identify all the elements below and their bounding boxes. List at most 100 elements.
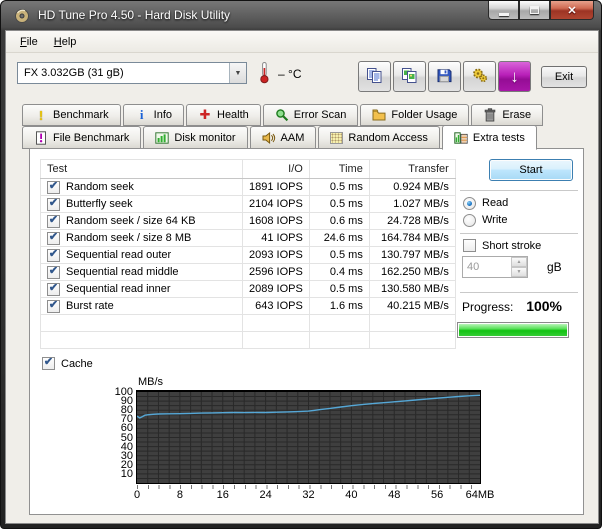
test-checkbox[interactable]: ✔ xyxy=(47,232,60,245)
menu-file[interactable]: File xyxy=(12,33,46,51)
time-value: 0.5 ms xyxy=(309,179,369,196)
extra-tests-panel: Test I/O Time Transfer ✔Random seek1891 … xyxy=(29,148,584,515)
progress-bar xyxy=(457,322,569,338)
x-tick-label: 64MB xyxy=(466,489,495,501)
copy-text-button[interactable] xyxy=(358,61,391,92)
close-icon: ✕ xyxy=(567,4,576,17)
error-scan-magnifier-icon xyxy=(275,108,289,122)
test-checkbox[interactable]: ✔ xyxy=(47,198,60,211)
window-controls: ✕ xyxy=(488,1,594,20)
tab-random-access[interactable]: Random Access xyxy=(318,126,439,149)
client-area: File Help FX 3.032GB (31 gB) ▼ – °C ↓ Ex… xyxy=(5,30,599,524)
tab-benchmark[interactable]: ! Benchmark xyxy=(22,104,121,126)
table-header-row: Test I/O Time Transfer xyxy=(41,160,456,179)
test-checkbox[interactable]: ✔ xyxy=(47,266,60,279)
title-bar[interactable]: HD Tune Pro 4.50 - Hard Disk Utility ✕ xyxy=(1,1,601,30)
save-button[interactable] xyxy=(428,61,461,92)
table-row: ✔Random seek / size 64 KB1608 IOPS0.6 ms… xyxy=(41,213,456,230)
read-option[interactable]: Read xyxy=(463,196,508,210)
trash-icon xyxy=(483,108,497,122)
cache-option: ✔ Cache xyxy=(42,357,93,370)
transfer-value: 0.924 MB/s xyxy=(369,179,455,196)
test-checkbox[interactable]: ✔ xyxy=(47,181,60,194)
x-tick-label: 56 xyxy=(431,489,443,501)
time-value: 24.6 ms xyxy=(309,230,369,247)
disk-monitor-chart-icon xyxy=(155,131,169,145)
io-value: 41 IOPS xyxy=(243,230,310,247)
spin-up-icon[interactable]: ▲ xyxy=(511,257,527,267)
spin-down-icon[interactable]: ▼ xyxy=(511,267,527,277)
y-tick-label: 100 xyxy=(92,386,133,398)
chevron-down-icon[interactable]: ▼ xyxy=(229,63,246,83)
start-button[interactable]: Start xyxy=(489,159,573,181)
maximize-button[interactable] xyxy=(519,1,550,20)
write-option[interactable]: Write xyxy=(463,213,507,227)
io-value: 2093 IOPS xyxy=(243,247,310,264)
temperature-value: – °C xyxy=(278,67,302,81)
test-name: Burst rate xyxy=(66,300,114,312)
empty-row xyxy=(41,332,456,349)
info-icon: i xyxy=(135,108,149,122)
random-access-icon xyxy=(330,132,343,144)
menu-help[interactable]: Help xyxy=(46,33,85,51)
time-value: 0.5 ms xyxy=(309,196,369,213)
tab-health[interactable]: ✚ Health xyxy=(186,104,261,126)
io-value: 2104 IOPS xyxy=(243,196,310,213)
test-checkbox[interactable]: ✔ xyxy=(47,215,60,228)
io-value: 2089 IOPS xyxy=(243,281,310,298)
drive-select[interactable]: FX 3.032GB (31 gB) ▼ xyxy=(17,62,247,84)
separator xyxy=(460,233,578,235)
cache-label: Cache xyxy=(61,358,93,370)
x-tick-label: 0 xyxy=(134,489,140,501)
transfer-value: 1.027 MB/s xyxy=(369,196,455,213)
transfer-value: 40.215 MB/s xyxy=(369,298,455,315)
cache-checkbox[interactable]: ✔ xyxy=(42,357,55,370)
health-cross-icon: ✚ xyxy=(198,108,212,122)
exit-button[interactable]: Exit xyxy=(541,66,587,88)
capacity-input[interactable] xyxy=(463,257,511,277)
transfer-value: 130.797 MB/s xyxy=(369,247,455,264)
table-row: ✔Random seek1891 IOPS0.5 ms0.924 MB/s xyxy=(41,179,456,196)
tab-folder-usage[interactable]: Folder Usage xyxy=(360,104,469,126)
table-row: ✔Butterfly seek2104 IOPS0.5 ms1.027 MB/s xyxy=(41,196,456,213)
progress-bar-fill xyxy=(459,324,567,336)
test-name: Random seek / size 8 MB xyxy=(66,232,191,244)
x-tick-label: 40 xyxy=(345,489,357,501)
tab-file-benchmark[interactable]: File Benchmark xyxy=(22,126,141,149)
tab-strip-row2: File Benchmark Disk monitor AAM Random A… xyxy=(22,126,537,149)
copy-image-button[interactable] xyxy=(393,61,426,92)
column-header-test: Test xyxy=(41,160,243,179)
maximize-icon xyxy=(530,6,539,14)
x-tick-label: 16 xyxy=(217,489,229,501)
close-button[interactable]: ✕ xyxy=(550,1,594,20)
update-button[interactable]: ↓ xyxy=(498,61,531,92)
file-benchmark-icon xyxy=(34,131,48,145)
write-radio[interactable] xyxy=(463,214,476,227)
tab-aam[interactable]: AAM xyxy=(250,126,317,149)
tab-disk-monitor[interactable]: Disk monitor xyxy=(143,126,247,149)
extra-tests-icon xyxy=(454,131,468,145)
transfer-value: 24.728 MB/s xyxy=(369,213,455,230)
minimize-button[interactable] xyxy=(488,1,519,20)
table-row: ✔Burst rate643 IOPS1.6 ms40.215 MB/s xyxy=(41,298,456,315)
read-radio[interactable] xyxy=(463,197,476,210)
test-checkbox[interactable]: ✔ xyxy=(47,249,60,262)
x-tick-label: 48 xyxy=(388,489,400,501)
test-checkbox[interactable]: ✔ xyxy=(47,283,60,296)
minimize-icon xyxy=(499,13,509,16)
test-checkbox[interactable]: ✔ xyxy=(47,300,60,313)
capacity-spinner[interactable]: ▲ ▼ xyxy=(462,256,528,278)
io-value: 1891 IOPS xyxy=(243,179,310,196)
tab-extra-tests[interactable]: Extra tests xyxy=(442,125,537,150)
tab-info[interactable]: i Info xyxy=(123,104,184,126)
short-stroke-option: Short stroke xyxy=(463,239,541,252)
folder-icon xyxy=(372,108,386,122)
tab-error-scan[interactable]: Error Scan xyxy=(263,104,359,126)
tab-erase[interactable]: Erase xyxy=(471,104,543,126)
short-stroke-checkbox[interactable] xyxy=(463,239,476,252)
copy-image-icon xyxy=(401,67,418,87)
download-arrow-icon: ↓ xyxy=(510,68,519,85)
time-value: 0.5 ms xyxy=(309,247,369,264)
settings-gears-icon xyxy=(471,66,489,87)
options-button[interactable] xyxy=(463,61,496,92)
